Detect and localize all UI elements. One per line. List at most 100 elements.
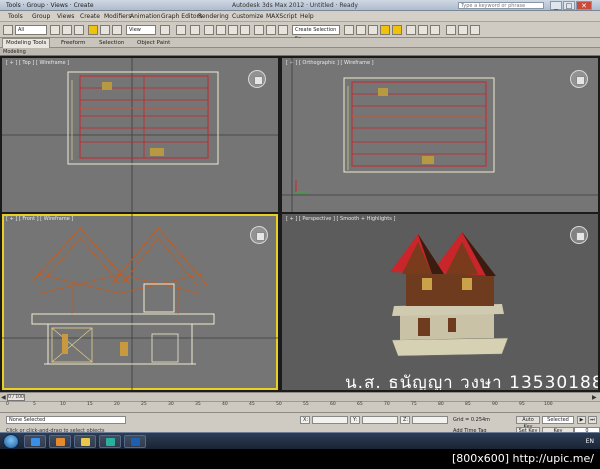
undo-icon[interactable] [3, 25, 13, 35]
menu-rendering[interactable]: Rendering [198, 11, 229, 22]
tab-freeform[interactable]: Freeform [58, 38, 89, 48]
viewcube-icon[interactable] [250, 226, 268, 244]
z-coord-field[interactable] [412, 416, 448, 424]
ribbon-tabs: Modeling Tools Freeform Selection Object… [0, 38, 600, 48]
menu-tools[interactable]: Tools [8, 11, 23, 22]
graphite-toggle-icon[interactable] [356, 25, 366, 35]
select-manipulate-icon[interactable] [176, 25, 186, 35]
material-editor-icon[interactable] [392, 25, 402, 35]
ortho-view-drawing [282, 58, 598, 212]
image-host-footer: [800x600] http://upic.me/ [0, 449, 600, 469]
search-input[interactable]: Type a keyword or phrase [458, 2, 544, 9]
track-bar[interactable]: 0 5 10 15 20 25 30 35 40 45 50 55 60 65 … [0, 401, 600, 412]
viewcube-icon[interactable] [248, 70, 266, 88]
teapot-render-icon[interactable] [446, 25, 456, 35]
tray-language[interactable]: EN [586, 433, 594, 450]
viewport-area: [ + ] [ Top ] [ Wireframe ] [ +] [Orth… [0, 56, 600, 392]
selection-filter-select[interactable]: All [15, 25, 47, 35]
menu-graph-editors[interactable]: Graph Editors [161, 11, 202, 22]
track-tick-label: 10 [60, 402, 66, 407]
named-selection-input[interactable]: Create Selection Se [292, 25, 340, 42]
edit-named-selection-icon[interactable] [254, 25, 264, 35]
menu-views[interactable]: Views [57, 11, 74, 22]
start-button[interactable] [3, 434, 19, 449]
rendered-frame-icon[interactable] [418, 25, 428, 35]
menu-help[interactable]: Help [300, 11, 314, 22]
menu-group[interactable]: Group [32, 11, 50, 22]
time-slider[interactable]: 0 / 100 [7, 394, 25, 401]
layer-manager-icon[interactable] [344, 25, 354, 35]
y-coord-field[interactable] [362, 416, 398, 424]
track-tick-label: 60 [330, 402, 336, 407]
select-object-icon[interactable] [50, 25, 60, 35]
track-tick-label: 20 [114, 402, 120, 407]
z-label: Z: [400, 416, 410, 424]
track-tick-label: 85 [465, 402, 471, 407]
track-tick-label: 100 [544, 402, 553, 407]
menu-animation[interactable]: Animation [130, 11, 161, 22]
viewcube-icon[interactable] [570, 226, 588, 244]
track-tick-label: 70 [384, 402, 390, 407]
curve-editor-icon[interactable] [368, 25, 378, 35]
rotate-icon[interactable] [100, 25, 110, 35]
taskbar-photoshop-icon[interactable] [124, 435, 146, 448]
viewport-perspective[interactable]: [ + ] [ Perspective ] [ Smooth + Highlig… [282, 214, 598, 390]
track-tick-label: 40 [222, 402, 228, 407]
align-icon[interactable] [278, 25, 288, 35]
render-setup-icon[interactable] [406, 25, 416, 35]
front-view-drawing [2, 214, 278, 390]
auto-key-button[interactable]: Auto Key [516, 416, 540, 430]
tab-modeling-tools[interactable]: Modeling Tools [2, 38, 51, 48]
x-label: X: [300, 416, 310, 424]
viewport-orthographic[interactable]: [ + ] [ Orthographic ] [ Wireframe ] [282, 58, 598, 212]
spinner-snap-icon[interactable] [240, 25, 250, 35]
scale-icon[interactable] [112, 25, 122, 35]
play-icon[interactable]: ▶ [577, 416, 586, 424]
select-by-name-icon[interactable] [62, 25, 72, 35]
snap-icon[interactable] [204, 25, 214, 35]
track-tick-label: 25 [141, 402, 147, 407]
go-to-end-icon[interactable]: ⏭ [588, 416, 597, 424]
menu-create[interactable]: Create [80, 11, 100, 22]
menu-modifiers[interactable]: Modifiers [104, 11, 131, 22]
track-tick-label: 65 [357, 402, 363, 407]
taskbar-media-icon[interactable] [49, 435, 71, 448]
menu-maxscript[interactable]: MAXScript [266, 11, 297, 22]
x-coord-field[interactable] [312, 416, 348, 424]
y-label: Y: [350, 416, 360, 424]
move-icon[interactable] [88, 25, 98, 35]
taskbar-folder-icon[interactable] [74, 435, 96, 448]
percent-snap-icon[interactable] [228, 25, 238, 35]
track-tick-label: 45 [249, 402, 255, 407]
author-watermark: น.ส. ธนัญญา วงษา 13530188 [345, 373, 598, 390]
reference-coord-select[interactable]: View [126, 25, 156, 35]
tab-object-paint[interactable]: Object Paint [134, 38, 173, 48]
viewport-front[interactable]: [ + ] [ Front ] [ Wireframe ] [2, 214, 278, 390]
environment-icon[interactable] [458, 25, 468, 35]
os-taskbar: EN [0, 432, 600, 449]
keyboard-shortcut-icon[interactable] [190, 25, 200, 35]
track-tick-label: 30 [168, 402, 174, 407]
key-mode-select[interactable]: Selected [542, 416, 574, 424]
quick-access-label[interactable]: Tools · Group · Views · Create [6, 0, 94, 11]
menu-customize[interactable]: Customize [232, 11, 264, 22]
schematic-view-icon[interactable] [380, 25, 390, 35]
track-tick-label: 75 [411, 402, 417, 407]
extras-icon[interactable] [470, 25, 480, 35]
mirror-icon[interactable] [266, 25, 276, 35]
taskbar-ie-icon[interactable] [24, 435, 46, 448]
viewport-top[interactable]: [ + ] [ Top ] [ Wireframe ] [2, 58, 278, 212]
taskbar-3dsmax-icon[interactable] [99, 435, 121, 448]
pivot-icon[interactable] [160, 25, 170, 35]
angle-snap-icon[interactable] [216, 25, 226, 35]
maximize-button[interactable]: □ [563, 1, 575, 10]
rect-select-icon[interactable] [74, 25, 84, 35]
track-tick-label: 15 [87, 402, 93, 407]
track-tick-label: 80 [438, 402, 444, 407]
close-button[interactable]: ✕ [576, 1, 592, 10]
render-production-icon[interactable] [430, 25, 440, 35]
tab-selection[interactable]: Selection [96, 38, 127, 48]
viewcube-icon[interactable] [570, 70, 588, 88]
minimize-button[interactable]: _ [550, 1, 562, 10]
time-slider-bar[interactable]: ◀ 0 / 100 ▶ [0, 392, 600, 401]
